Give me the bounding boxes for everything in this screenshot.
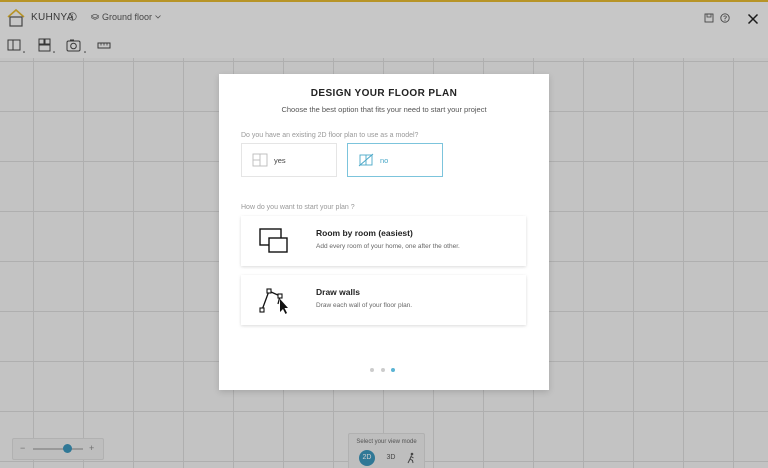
- draw-walls-card[interactable]: Draw walls Draw each wall of your floor …: [241, 275, 526, 325]
- draw-walls-title: Draw walls: [316, 287, 360, 297]
- floor-plan-dialog: DESIGN YOUR FLOOR PLAN Choose the best o…: [219, 74, 549, 390]
- pagination-dots: [370, 368, 400, 374]
- option-no-label: no: [380, 156, 389, 165]
- pagination-dot[interactable]: [370, 368, 374, 372]
- existing-plan-question: Do you have an existing 2D floor plan to…: [241, 132, 419, 139]
- floor-plan-yes-icon: [252, 153, 268, 167]
- option-yes-label: yes: [274, 156, 286, 165]
- dialog-title: DESIGN YOUR FLOOR PLAN: [310, 88, 458, 99]
- pagination-dot-active[interactable]: [391, 368, 395, 372]
- dialog-subtitle: Choose the best option that fits your ne…: [281, 105, 487, 114]
- draw-walls-icon: [259, 288, 288, 314]
- room-by-room-card[interactable]: Room by room (easiest) Add every room of…: [241, 216, 526, 266]
- draw-walls-description: Draw each wall of your floor plan.: [316, 302, 413, 309]
- pagination-dot[interactable]: [381, 368, 385, 372]
- start-method-question: How do you want to start your plan ?: [241, 204, 355, 211]
- room-by-room-description: Add every room of your home, one after t…: [316, 243, 460, 250]
- room-by-room-icon: [259, 228, 288, 253]
- room-by-room-title: Room by room (easiest): [316, 228, 413, 238]
- option-no[interactable]: no: [347, 143, 443, 177]
- app-root: KUHNYA Ground floor − + Select your view…: [0, 0, 768, 468]
- floor-plan-no-icon: [358, 153, 374, 167]
- option-yes[interactable]: yes: [241, 143, 337, 177]
